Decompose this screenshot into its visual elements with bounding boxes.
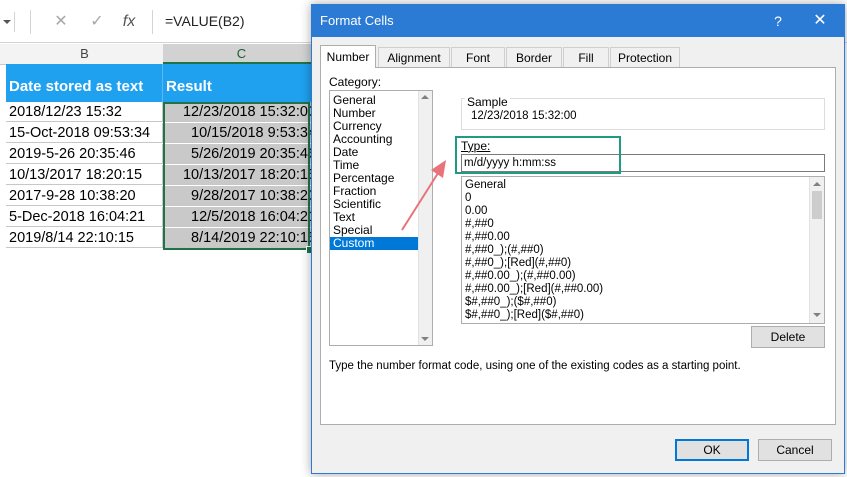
formula-input[interactable]: =VALUE(B2) [165, 13, 245, 29]
format-code-item[interactable]: General [465, 179, 506, 192]
cell-c4[interactable]: 5/26/2019 20:35:46 [163, 144, 320, 164]
header-cell-result[interactable]: Result [163, 64, 320, 102]
format-code-item[interactable]: #,##0.00 [465, 231, 510, 244]
tab-number[interactable]: Number [320, 45, 376, 68]
format-cells-dialog: Format Cells ? ✕ Number Alignment Font B… [311, 4, 845, 474]
tab-protection[interactable]: Protection [610, 47, 680, 67]
format-code-item[interactable]: #,##0_);(#,##0) [465, 244, 544, 257]
divider [152, 10, 153, 34]
ok-button[interactable]: OK [675, 439, 749, 461]
scroll-down-icon[interactable] [813, 313, 821, 321]
format-code-scrollbar[interactable] [809, 177, 824, 323]
category-scrollbar[interactable] [418, 91, 432, 345]
format-code-item[interactable]: #,##0 [465, 218, 494, 231]
cell-c5[interactable]: 10/13/2017 18:20:15 [163, 165, 320, 185]
cell-c6[interactable]: 9/28/2017 10:38:20 [163, 186, 320, 206]
cell-b2[interactable]: 2018/12/23 15:32 [6, 102, 163, 122]
format-code-item[interactable]: #,##0.00_);(#,##0.00) [465, 270, 576, 283]
dialog-title: Format Cells [320, 13, 394, 28]
cell-c7[interactable]: 12/5/2018 16:04:21 [163, 207, 320, 227]
help-icon[interactable]: ? [768, 11, 788, 31]
insert-function-icon[interactable]: fx [116, 10, 142, 34]
divider [30, 10, 31, 34]
cell-b4[interactable]: 2019-5-26 20:35:46 [6, 144, 163, 164]
category-list[interactable]: General Number Currency Accounting Date … [329, 90, 433, 346]
cell-b7[interactable]: 5-Dec-2018 16:04:21 [6, 207, 163, 227]
name-box-dropdown[interactable] [0, 12, 15, 32]
delete-button[interactable]: Delete [751, 326, 825, 348]
format-code-list[interactable]: General 0 0.00 #,##0 #,##0.00 #,##0_);(#… [461, 176, 825, 324]
category-label: Category: [329, 75, 382, 89]
format-code-item[interactable]: 0 [465, 192, 471, 205]
enter-icon[interactable]: ✓ [84, 10, 110, 34]
cell-c3[interactable]: 10/15/2018 9:53:34 [163, 123, 320, 143]
sample-box: 12/23/2018 15:32:00 [461, 98, 825, 130]
scroll-up-icon[interactable] [813, 178, 821, 186]
cancel-button[interactable]: Cancel [758, 439, 832, 461]
cell-c2[interactable]: 12/23/2018 15:32:00 [163, 102, 320, 122]
sample-value: 12/23/2018 15:32:00 [471, 110, 577, 122]
column-header-b[interactable]: B [6, 44, 164, 64]
tab-fill[interactable]: Fill [563, 47, 609, 67]
cell-b5[interactable]: 10/13/2017 18:20:15 [6, 165, 163, 185]
tab-border[interactable]: Border [506, 47, 562, 67]
format-code-item[interactable]: #,##0.00_);[Red](#,##0.00) [465, 283, 603, 296]
header-cell-date-text[interactable]: Date stored as text [6, 64, 163, 102]
format-code-item[interactable]: $#,##0_);[Red]($#,##0) [465, 309, 584, 322]
tab-alignment[interactable]: Alignment [378, 47, 450, 67]
cancel-icon[interactable]: ✕ [48, 10, 74, 34]
format-code-item[interactable]: 0.00 [465, 205, 487, 218]
column-header-c[interactable]: C [163, 44, 321, 64]
format-code-item[interactable]: #,##0_);[Red](#,##0) [465, 257, 571, 270]
column-headers: B C [0, 44, 321, 65]
type-input[interactable]: m/d/yyyy h:mm:ss [461, 154, 825, 172]
tab-font[interactable]: Font [451, 47, 505, 67]
number-tab-panel: Category: General Number Currency Accoun… [320, 67, 836, 425]
scroll-up-icon[interactable] [421, 91, 429, 99]
cell-c8[interactable]: 8/14/2019 22:10:15 [163, 228, 320, 248]
dialog-titlebar[interactable]: Format Cells ? ✕ [312, 5, 844, 37]
close-icon[interactable]: ✕ [810, 11, 830, 31]
cell-b8[interactable]: 2019/8/14 22:10:15 [6, 228, 163, 248]
scroll-thumb[interactable] [812, 191, 822, 219]
format-code-item[interactable]: $#,##0_);($#,##0) [465, 296, 556, 309]
type-label: Type: [461, 139, 491, 153]
scroll-down-icon[interactable] [421, 337, 429, 345]
sample-label: Sample [465, 95, 510, 109]
cell-b6[interactable]: 2017-9-28 10:38:20 [6, 186, 163, 206]
category-item-custom[interactable]: Custom [330, 237, 430, 250]
type-description: Type the number format code, using one o… [329, 360, 741, 372]
cell-b3[interactable]: 15-Oct-2018 09:53:34 [6, 123, 163, 143]
